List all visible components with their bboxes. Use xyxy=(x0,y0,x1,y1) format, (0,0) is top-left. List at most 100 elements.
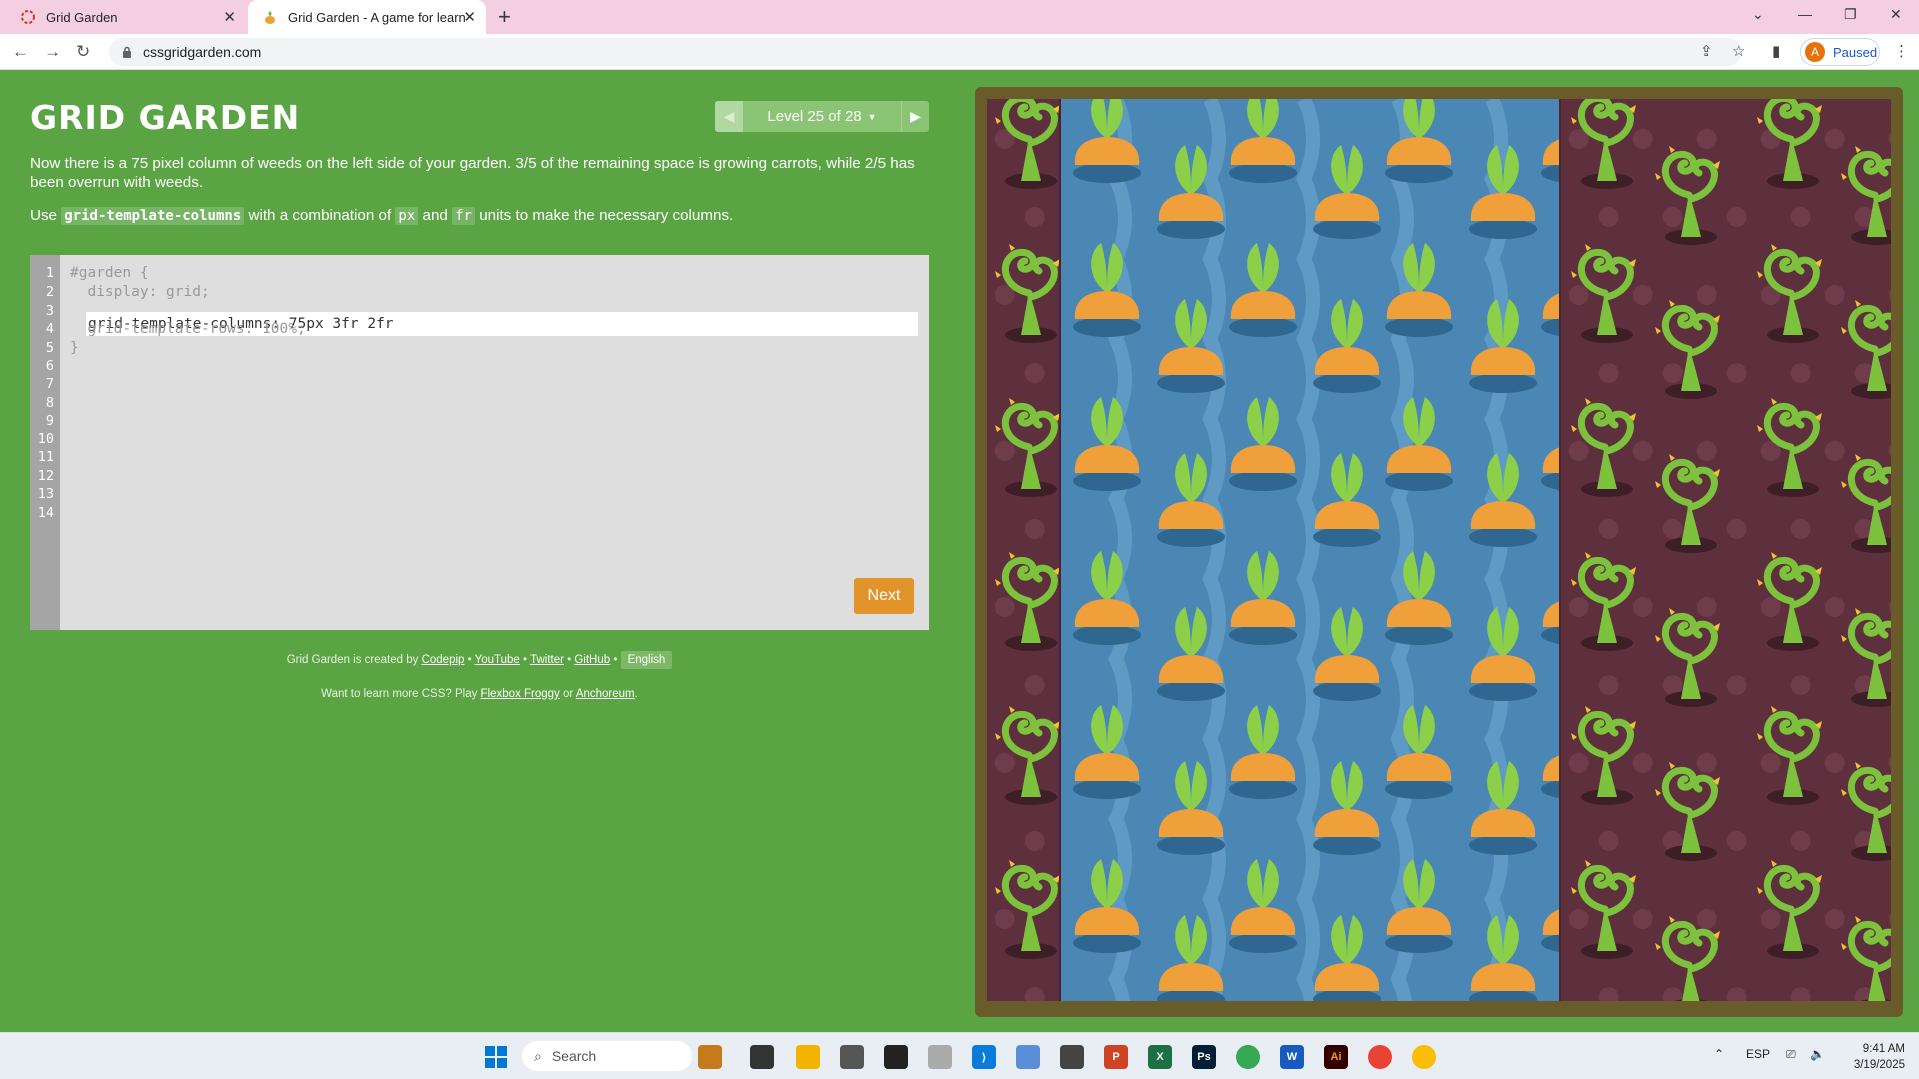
volume-icon[interactable]: 🔈 xyxy=(1810,1047,1825,1061)
profile-button[interactable]: A Paused xyxy=(1800,38,1880,66)
soil-spot xyxy=(1696,285,1717,305)
level-dropdown[interactable]: Level 25 of 28 ▼ xyxy=(743,101,901,132)
network-icon[interactable]: ⎚ xyxy=(1786,1047,1796,1062)
line-number: 14 xyxy=(37,505,54,521)
credits-line: Grid Garden is created by Codepip • YouT… xyxy=(30,651,929,669)
back-arrow-icon[interactable]: ← xyxy=(12,42,29,62)
water-stream xyxy=(1296,99,1320,1001)
language-selector[interactable]: English xyxy=(620,651,673,669)
soil-spot xyxy=(1662,363,1683,383)
carrot-icon xyxy=(1229,859,1297,953)
soil-spot xyxy=(1024,831,1045,851)
carrot-icon xyxy=(1541,755,1559,798)
page-title: GRID GARDEN xyxy=(30,98,301,137)
weed-icon xyxy=(1655,146,1720,245)
next-level-arrow-icon[interactable]: ▶ xyxy=(901,101,929,132)
line-number: 5 xyxy=(45,340,54,356)
soil-spot xyxy=(1726,207,1747,227)
close-tab-icon[interactable]: ✕ xyxy=(223,8,236,26)
close-tab-icon[interactable]: ✕ xyxy=(463,8,476,26)
soil-spot xyxy=(1696,129,1717,149)
new-tab-plus-icon[interactable]: + xyxy=(498,4,511,30)
minimize-icon[interactable]: — xyxy=(1798,6,1812,22)
code-fr: fr xyxy=(452,207,475,225)
line-number: 1 xyxy=(45,265,54,281)
weeds-column-left xyxy=(987,99,1061,1001)
anchoreum-link[interactable]: Anchoreum xyxy=(576,688,635,700)
powerpoint-icon[interactable]: P xyxy=(1104,1045,1128,1069)
caret-down-icon: ▼ xyxy=(867,111,877,122)
browser-toolbar: ← → ↻ cssgridgarden.com ⇪ ☆ ▮ A Paused ⋮ xyxy=(0,34,1919,70)
carrot-icon xyxy=(1385,705,1453,799)
reload-icon[interactable]: ↻ xyxy=(76,42,90,62)
paint-app-icon[interactable] xyxy=(1016,1045,1040,1069)
soil-spot xyxy=(1760,909,1781,929)
tab-grid-garden-active[interactable]: Grid Garden - A game for learning CSS gr… xyxy=(248,0,486,34)
soil-spot xyxy=(1662,519,1683,539)
line-number: 3 xyxy=(45,303,54,319)
tab-grid-garden[interactable]: Grid Garden ✕ xyxy=(8,0,246,34)
chrome-active-icon[interactable] xyxy=(1412,1045,1436,1069)
soil-spot xyxy=(1824,129,1845,149)
game-app-icon[interactable] xyxy=(840,1045,864,1069)
illustrator-icon[interactable]: Ai xyxy=(1324,1045,1348,1069)
weed-icon xyxy=(1655,454,1720,553)
vscode-icon[interactable]: ⟩ xyxy=(972,1045,996,1069)
instruction-paragraph: Now there is a 75 pixel column of weeds … xyxy=(30,155,915,191)
code-line: } xyxy=(70,340,79,356)
weed-icon xyxy=(1841,146,1891,245)
pen-app-icon[interactable] xyxy=(1060,1045,1084,1069)
carrot-icon xyxy=(1541,601,1559,644)
chrome-icon[interactable] xyxy=(1236,1045,1260,1069)
taskbar-search[interactable]: ⌕ Search xyxy=(522,1041,692,1071)
weed-icon xyxy=(1757,860,1822,959)
carrot-icon xyxy=(1073,705,1141,799)
soil-spot xyxy=(1598,519,1619,539)
maximize-icon[interactable]: ❐ xyxy=(1844,6,1857,23)
credits-text: Grid Garden is created by xyxy=(286,654,419,666)
soil-spot xyxy=(1888,288,1891,302)
terminal-icon[interactable] xyxy=(750,1045,774,1069)
windows-start-icon[interactable] xyxy=(484,1045,508,1069)
share-icon[interactable]: ⇪ xyxy=(1700,42,1713,60)
youtube-link[interactable]: YouTube xyxy=(475,654,520,666)
weed-icon xyxy=(1841,454,1891,553)
garden xyxy=(987,99,1891,1001)
file-explorer-icon[interactable] xyxy=(796,1045,820,1069)
tray-chevron-up-icon[interactable]: ⌃ xyxy=(1714,1047,1724,1061)
address-bar[interactable]: cssgridgarden.com xyxy=(109,38,1742,66)
soil-spot xyxy=(1024,519,1045,539)
word-icon[interactable]: W xyxy=(1280,1045,1304,1069)
bookmark-star-icon[interactable]: ☆ xyxy=(1732,42,1745,60)
code-px: px xyxy=(395,207,419,225)
flexbox-froggy-link[interactable]: Flexbox Froggy xyxy=(481,688,560,700)
close-window-icon[interactable]: ✕ xyxy=(1890,6,1902,23)
chrome-profile-icon[interactable] xyxy=(1368,1045,1392,1069)
soil-spot xyxy=(1696,753,1717,773)
codepip-link[interactable]: Codepip xyxy=(422,654,465,666)
kebab-menu-icon[interactable]: ⋮ xyxy=(1894,42,1909,60)
excel-icon[interactable]: X xyxy=(1148,1045,1172,1069)
github-link[interactable]: GitHub xyxy=(574,654,610,666)
previous-level-arrow-icon[interactable]: ◀ xyxy=(715,101,743,132)
cube-app-icon[interactable] xyxy=(928,1045,952,1069)
water-stream xyxy=(1390,99,1414,1001)
side-panel-icon[interactable]: ▮ xyxy=(1772,42,1780,60)
carrots-column xyxy=(1061,99,1559,1001)
weed-icon xyxy=(1841,300,1891,399)
soil-spot xyxy=(1632,441,1653,461)
forward-arrow-icon[interactable]: → xyxy=(44,42,61,62)
soil-spot xyxy=(1598,207,1619,227)
twitter-link[interactable]: Twitter xyxy=(530,654,564,666)
next-button[interactable]: Next xyxy=(854,578,914,614)
inkscape-icon[interactable] xyxy=(884,1045,908,1069)
photoshop-icon[interactable]: Ps xyxy=(1192,1045,1216,1069)
line-number: 2 xyxy=(45,284,54,300)
work-app-icon[interactable] xyxy=(698,1045,722,1069)
tab-search-chevron-icon[interactable]: ⌄ xyxy=(1752,6,1764,23)
carrot-icon xyxy=(1385,551,1453,645)
soil-spot xyxy=(1888,444,1891,458)
input-language[interactable]: ESP xyxy=(1746,1047,1770,1061)
soil-spot xyxy=(1888,132,1891,146)
system-clock[interactable]: 9:41 AM 3/19/2025 xyxy=(1845,1041,1905,1073)
